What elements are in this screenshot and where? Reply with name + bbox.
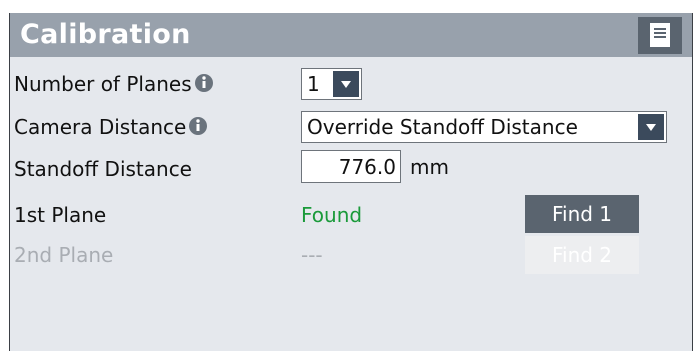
number-of-planes-select[interactable]: 1 [301,68,362,100]
menu-button[interactable] [638,17,682,54]
find-1-button[interactable]: Find 1 [525,195,639,233]
camera-distance-label: Camera Distance [14,115,208,139]
camera-distance-select[interactable]: Override Standoff Distance [301,111,667,143]
standoff-distance-field[interactable] [302,151,400,182]
second-plane-label: 2nd Plane [14,243,114,267]
info-icon[interactable] [194,73,214,93]
number-of-planes-value: 1 [307,72,320,96]
document-list-icon [650,23,670,47]
standoff-distance-unit: mm [410,155,449,179]
find-2-button[interactable]: Find 2 [525,236,639,274]
second-plane-status: --- [301,243,323,267]
panel-title: Calibration [20,19,191,50]
title-bar: Calibration [10,13,692,57]
number-of-planes-label: Number of Planes [14,72,214,96]
first-plane-status: Found [301,203,363,227]
standoff-distance-input[interactable] [301,150,401,183]
camera-distance-text: Camera Distance [14,115,187,139]
chevron-down-icon [333,71,359,97]
info-icon[interactable] [188,116,208,136]
calibration-panel: Calibration Number of Planes 1 Camera Di… [9,13,693,351]
chevron-down-icon [638,114,664,140]
number-of-planes-text: Number of Planes [14,72,192,96]
camera-distance-value: Override Standoff Distance [307,115,578,139]
standoff-distance-label: Standoff Distance [14,157,192,181]
first-plane-label: 1st Plane [14,203,107,227]
